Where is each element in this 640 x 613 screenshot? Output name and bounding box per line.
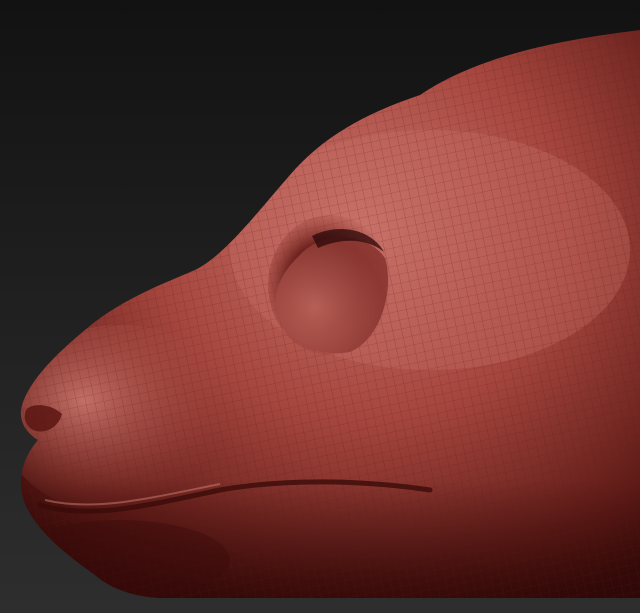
sculpt-render[interactable] <box>0 0 640 613</box>
sculpt-viewport[interactable] <box>0 0 640 613</box>
